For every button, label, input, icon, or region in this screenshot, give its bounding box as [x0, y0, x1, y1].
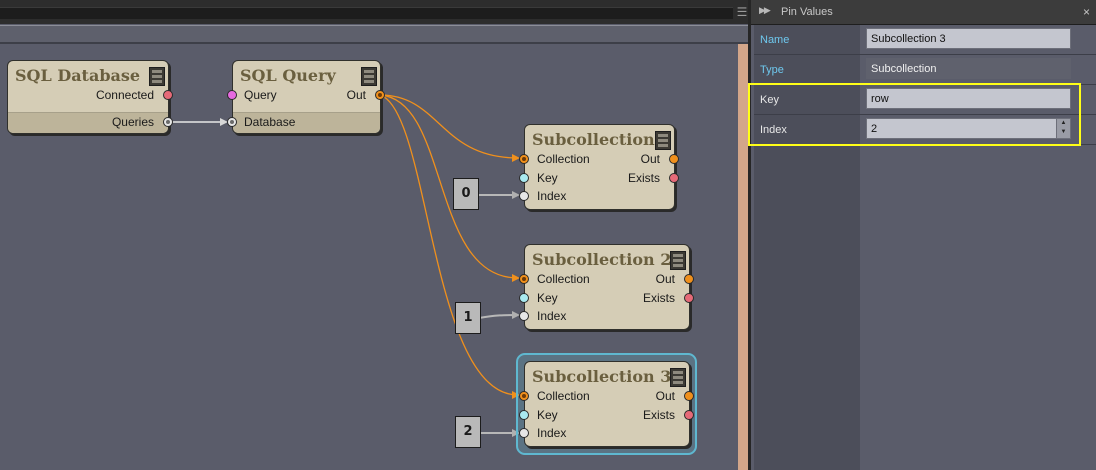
name-field[interactable]: Subcollection 3 [866, 28, 1071, 49]
wire-out-to-sub3 [379, 94, 520, 399]
sql-query-node[interactable]: SQL Query Query Out Database [227, 60, 385, 134]
pin-label-collection: Collection [537, 389, 590, 403]
subcollection-node-1[interactable]: Subcollection Collection Out Key Exists … [519, 124, 679, 210]
pin-values-panel: ▶▶ Pin Values × Name Subcollection 3 Typ… [751, 0, 1096, 470]
pin-label-exists: Exists [642, 291, 675, 305]
pin-label-key: Key [537, 408, 558, 422]
index-port[interactable] [519, 311, 529, 321]
connected-port[interactable] [163, 90, 173, 100]
out-port[interactable] [669, 154, 679, 164]
node-title: SQL Query [240, 66, 336, 85]
node-title: SQL Database [15, 66, 141, 85]
out-port[interactable] [684, 274, 694, 284]
key-port[interactable] [519, 410, 529, 420]
wire-out-to-sub2 [379, 94, 520, 282]
type-field: Subcollection [866, 58, 1071, 79]
pin-label-exists: Exists [642, 408, 675, 422]
key-port[interactable] [519, 173, 529, 183]
exists-port[interactable] [684, 293, 694, 303]
exists-port[interactable] [684, 410, 694, 420]
pin-label-index: Index [537, 309, 567, 323]
index-port[interactable] [519, 428, 529, 438]
property-label: Type [760, 64, 784, 76]
pin-label-index: Index [537, 426, 567, 440]
pin-label-key: Key [537, 171, 558, 185]
panel-header: ▶▶ Pin Values × [751, 0, 1096, 25]
pin-label-collection: Collection [537, 272, 590, 286]
collection-port[interactable] [519, 274, 529, 284]
database-port[interactable] [227, 117, 237, 127]
subcollection-node-2[interactable]: Subcollection 2 Collection Out Key Exist… [519, 244, 694, 330]
pin-label-index: Index [537, 189, 567, 203]
out-port[interactable] [684, 391, 694, 401]
constant-node-0[interactable]: 0 [453, 178, 479, 210]
queries-port[interactable] [163, 117, 173, 127]
wire-const1-to-index [478, 311, 520, 320]
property-row-name: Name Subcollection 3 [754, 25, 1096, 55]
pin-label-out: Out [655, 389, 675, 403]
node-menu-icon[interactable] [149, 67, 165, 86]
collection-port[interactable] [519, 391, 529, 401]
node-graph-canvas[interactable]: ☰ SQL Database Connected Queries SQL Que… [0, 0, 750, 470]
query-port[interactable] [227, 90, 237, 100]
pin-label-out: Out [640, 152, 660, 166]
collection-port[interactable] [519, 154, 529, 164]
index-port[interactable] [519, 191, 529, 201]
key-port[interactable] [519, 293, 529, 303]
exists-port[interactable] [669, 173, 679, 183]
panel-title: Pin Values [781, 6, 833, 18]
pin-label-query: Query [244, 88, 277, 102]
pin-label-collection: Collection [537, 152, 590, 166]
node-menu-icon[interactable] [670, 251, 686, 270]
node-title: Subcollection [532, 130, 655, 149]
pin-label-key: Key [537, 291, 558, 305]
pin-label-database: Database [244, 115, 296, 129]
annotation-highlight-box [748, 83, 1081, 146]
property-label: Name [760, 34, 790, 46]
collapse-arrows-icon[interactable]: ▶▶ [759, 5, 771, 16]
pin-label-out: Out [346, 88, 366, 102]
constant-node-1[interactable]: 1 [455, 302, 481, 334]
out-port[interactable] [375, 90, 385, 100]
panel-splitter[interactable] [738, 44, 748, 470]
constant-node-2[interactable]: 2 [455, 416, 481, 448]
pin-label-queries: Queries [111, 115, 154, 129]
property-row-type: Type Subcollection [754, 55, 1096, 85]
wire-out-to-sub1 [379, 94, 520, 162]
node-menu-icon[interactable] [361, 67, 377, 86]
close-icon[interactable]: × [1083, 5, 1090, 19]
subcollection-node-3[interactable]: Subcollection 3 Collection Out Key Exist… [519, 361, 694, 447]
node-title: Subcollection 3 [532, 367, 672, 386]
node-title: Subcollection 2 [532, 250, 672, 269]
pin-label-connected: Connected [95, 88, 154, 102]
pin-label-out: Out [655, 272, 675, 286]
node-menu-icon[interactable] [670, 368, 686, 387]
pin-label-exists: Exists [627, 171, 660, 185]
sql-database-node[interactable]: SQL Database Connected Queries [7, 60, 173, 134]
node-menu-icon[interactable] [655, 131, 671, 150]
